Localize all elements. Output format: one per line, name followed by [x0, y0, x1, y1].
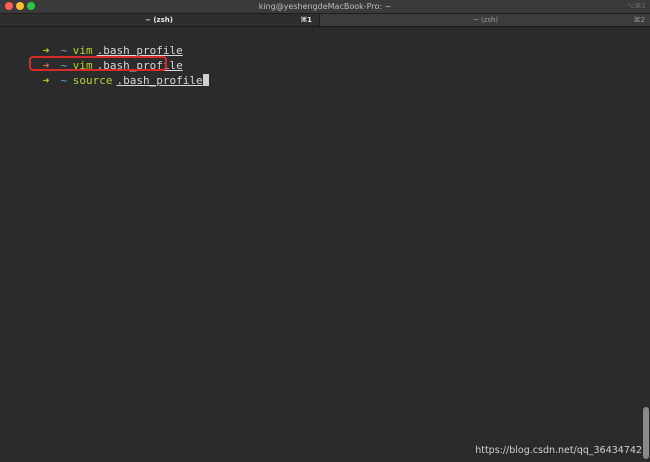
- terminal-window: king@yeshengdeMacBook-Pro: ~ ⌥⌘1 ~ (zsh)…: [0, 0, 650, 462]
- window-shortcut: ⌥⌘1: [626, 2, 646, 10]
- tab-1[interactable]: ~ (zsh) ⌘1: [0, 14, 318, 26]
- terminal-output[interactable]: ➜ ~ vim .bash_profile ➜ ~ vim .bash_profile ➜ ~…: [0, 27, 641, 462]
- scrollbar-thumb[interactable]: [643, 407, 649, 459]
- tab-1-label: ~ (zsh): [145, 16, 173, 24]
- tab-2-label: ~ (zsh): [472, 16, 499, 24]
- tab-2-shortcut: ⌘2: [633, 16, 645, 24]
- tab-2[interactable]: ~ (zsh) ⌘2: [319, 14, 650, 26]
- title-bar[interactable]: king@yeshengdeMacBook-Pro: ~ ⌥⌘1: [0, 0, 650, 14]
- vertical-scrollbar[interactable]: [642, 27, 650, 462]
- terminal-line-1: ➜ ~ vim .bash_profile: [3, 28, 183, 57]
- watermark-text: https://blog.csdn.net/qq_36434742: [475, 445, 642, 456]
- command-argument: .bash_profile: [116, 74, 203, 87]
- highlight-box: [29, 56, 167, 71]
- command-name: source: [72, 74, 113, 87]
- prompt-arrow-icon: ➜: [42, 74, 50, 87]
- tab-1-shortcut: ⌘1: [300, 16, 312, 24]
- tab-bar: ~ (zsh) ⌘1 ~ (zsh) ⌘2: [0, 14, 650, 27]
- prompt-directory: ~: [60, 74, 68, 87]
- text-cursor: [202, 74, 209, 86]
- window-title: king@yeshengdeMacBook-Pro: ~: [258, 2, 392, 11]
